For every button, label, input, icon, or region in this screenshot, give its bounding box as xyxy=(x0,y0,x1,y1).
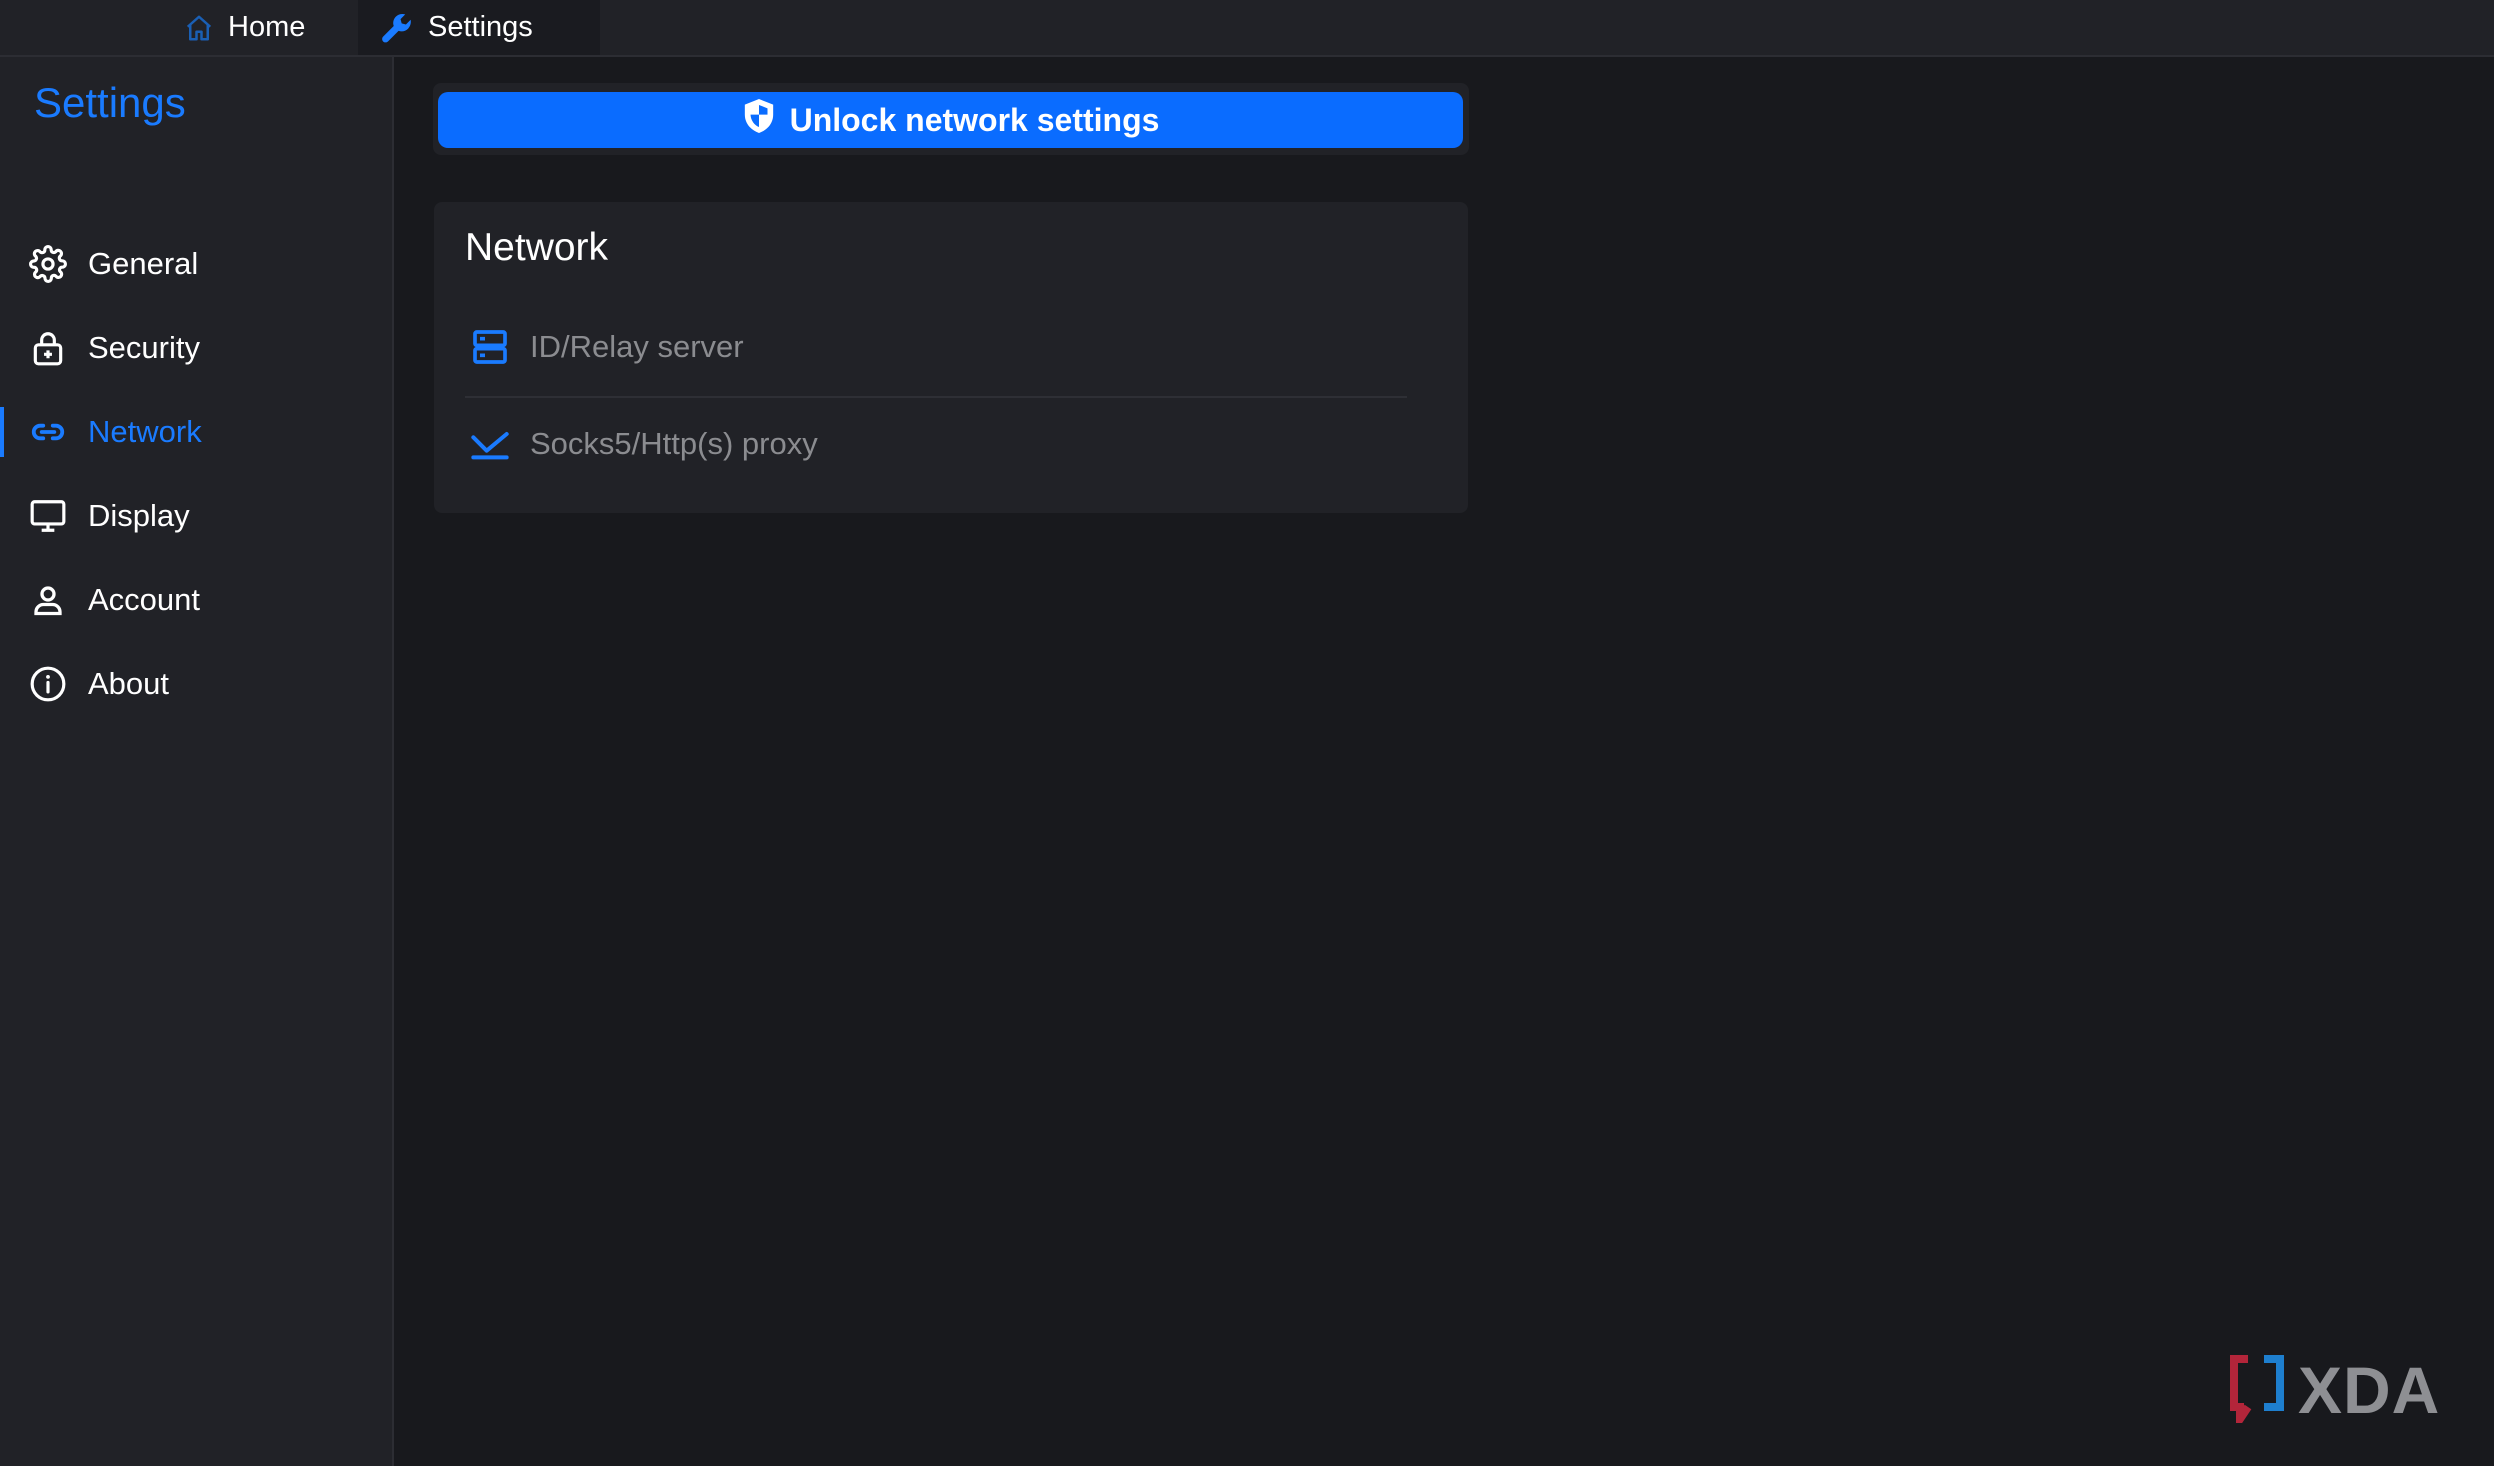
xda-logo-icon xyxy=(2228,1353,2288,1432)
sidebar-item-network[interactable]: Network xyxy=(0,397,392,467)
sidebar-item-label: Display xyxy=(88,498,190,533)
sidebar-item-display[interactable]: Display xyxy=(0,481,392,551)
socks5-proxy-row[interactable]: Socks5/Http(s) proxy xyxy=(469,408,1403,480)
row-label: Socks5/Http(s) proxy xyxy=(530,426,818,461)
tab-home[interactable]: Home xyxy=(170,0,319,55)
user-icon xyxy=(29,581,67,619)
gear-icon xyxy=(29,245,67,283)
unlock-button-label: Unlock network settings xyxy=(789,101,1160,138)
tab-bar: Home Settings xyxy=(0,0,2494,57)
info-icon xyxy=(29,665,67,703)
shield-icon xyxy=(742,97,776,143)
sidebar-item-account[interactable]: Account xyxy=(0,565,392,635)
tab-home-label: Home xyxy=(228,11,306,43)
card-title: Network xyxy=(465,226,609,269)
tab-settings[interactable]: Settings xyxy=(358,0,600,55)
divider xyxy=(465,396,1407,398)
watermark-text: XDA xyxy=(2298,1353,2441,1427)
sidebar-item-label: About xyxy=(88,666,170,701)
row-label: ID/Relay server xyxy=(530,329,744,364)
home-icon xyxy=(184,13,214,43)
sidebar-item-label: General xyxy=(88,246,199,281)
server-icon xyxy=(469,326,511,368)
network-card: Network ID/Relay server Socks5/Http(s) p… xyxy=(434,202,1468,513)
sidebar-item-label: Security xyxy=(88,330,200,365)
sidebar-item-security[interactable]: Security xyxy=(0,313,392,383)
link-icon xyxy=(29,413,67,451)
proxy-icon xyxy=(469,423,511,465)
sidebar-item-general[interactable]: General xyxy=(0,229,392,299)
sidebar-item-about[interactable]: About xyxy=(0,649,392,719)
wrench-icon xyxy=(380,11,414,45)
id-relay-server-row[interactable]: ID/Relay server xyxy=(469,311,1403,383)
sidebar-title: Settings xyxy=(34,79,186,126)
sidebar-item-label: Network xyxy=(88,414,202,449)
monitor-icon xyxy=(29,497,67,535)
sidebar: Settings General Security Network Displa… xyxy=(0,57,394,1466)
unlock-panel: Unlock network settings xyxy=(433,83,1469,155)
sidebar-item-label: Account xyxy=(88,582,201,617)
xda-watermark: XDA xyxy=(2228,1350,2464,1432)
tab-settings-label: Settings xyxy=(428,11,533,43)
lock-icon xyxy=(29,329,67,367)
unlock-network-settings-button[interactable]: Unlock network settings xyxy=(438,92,1463,148)
